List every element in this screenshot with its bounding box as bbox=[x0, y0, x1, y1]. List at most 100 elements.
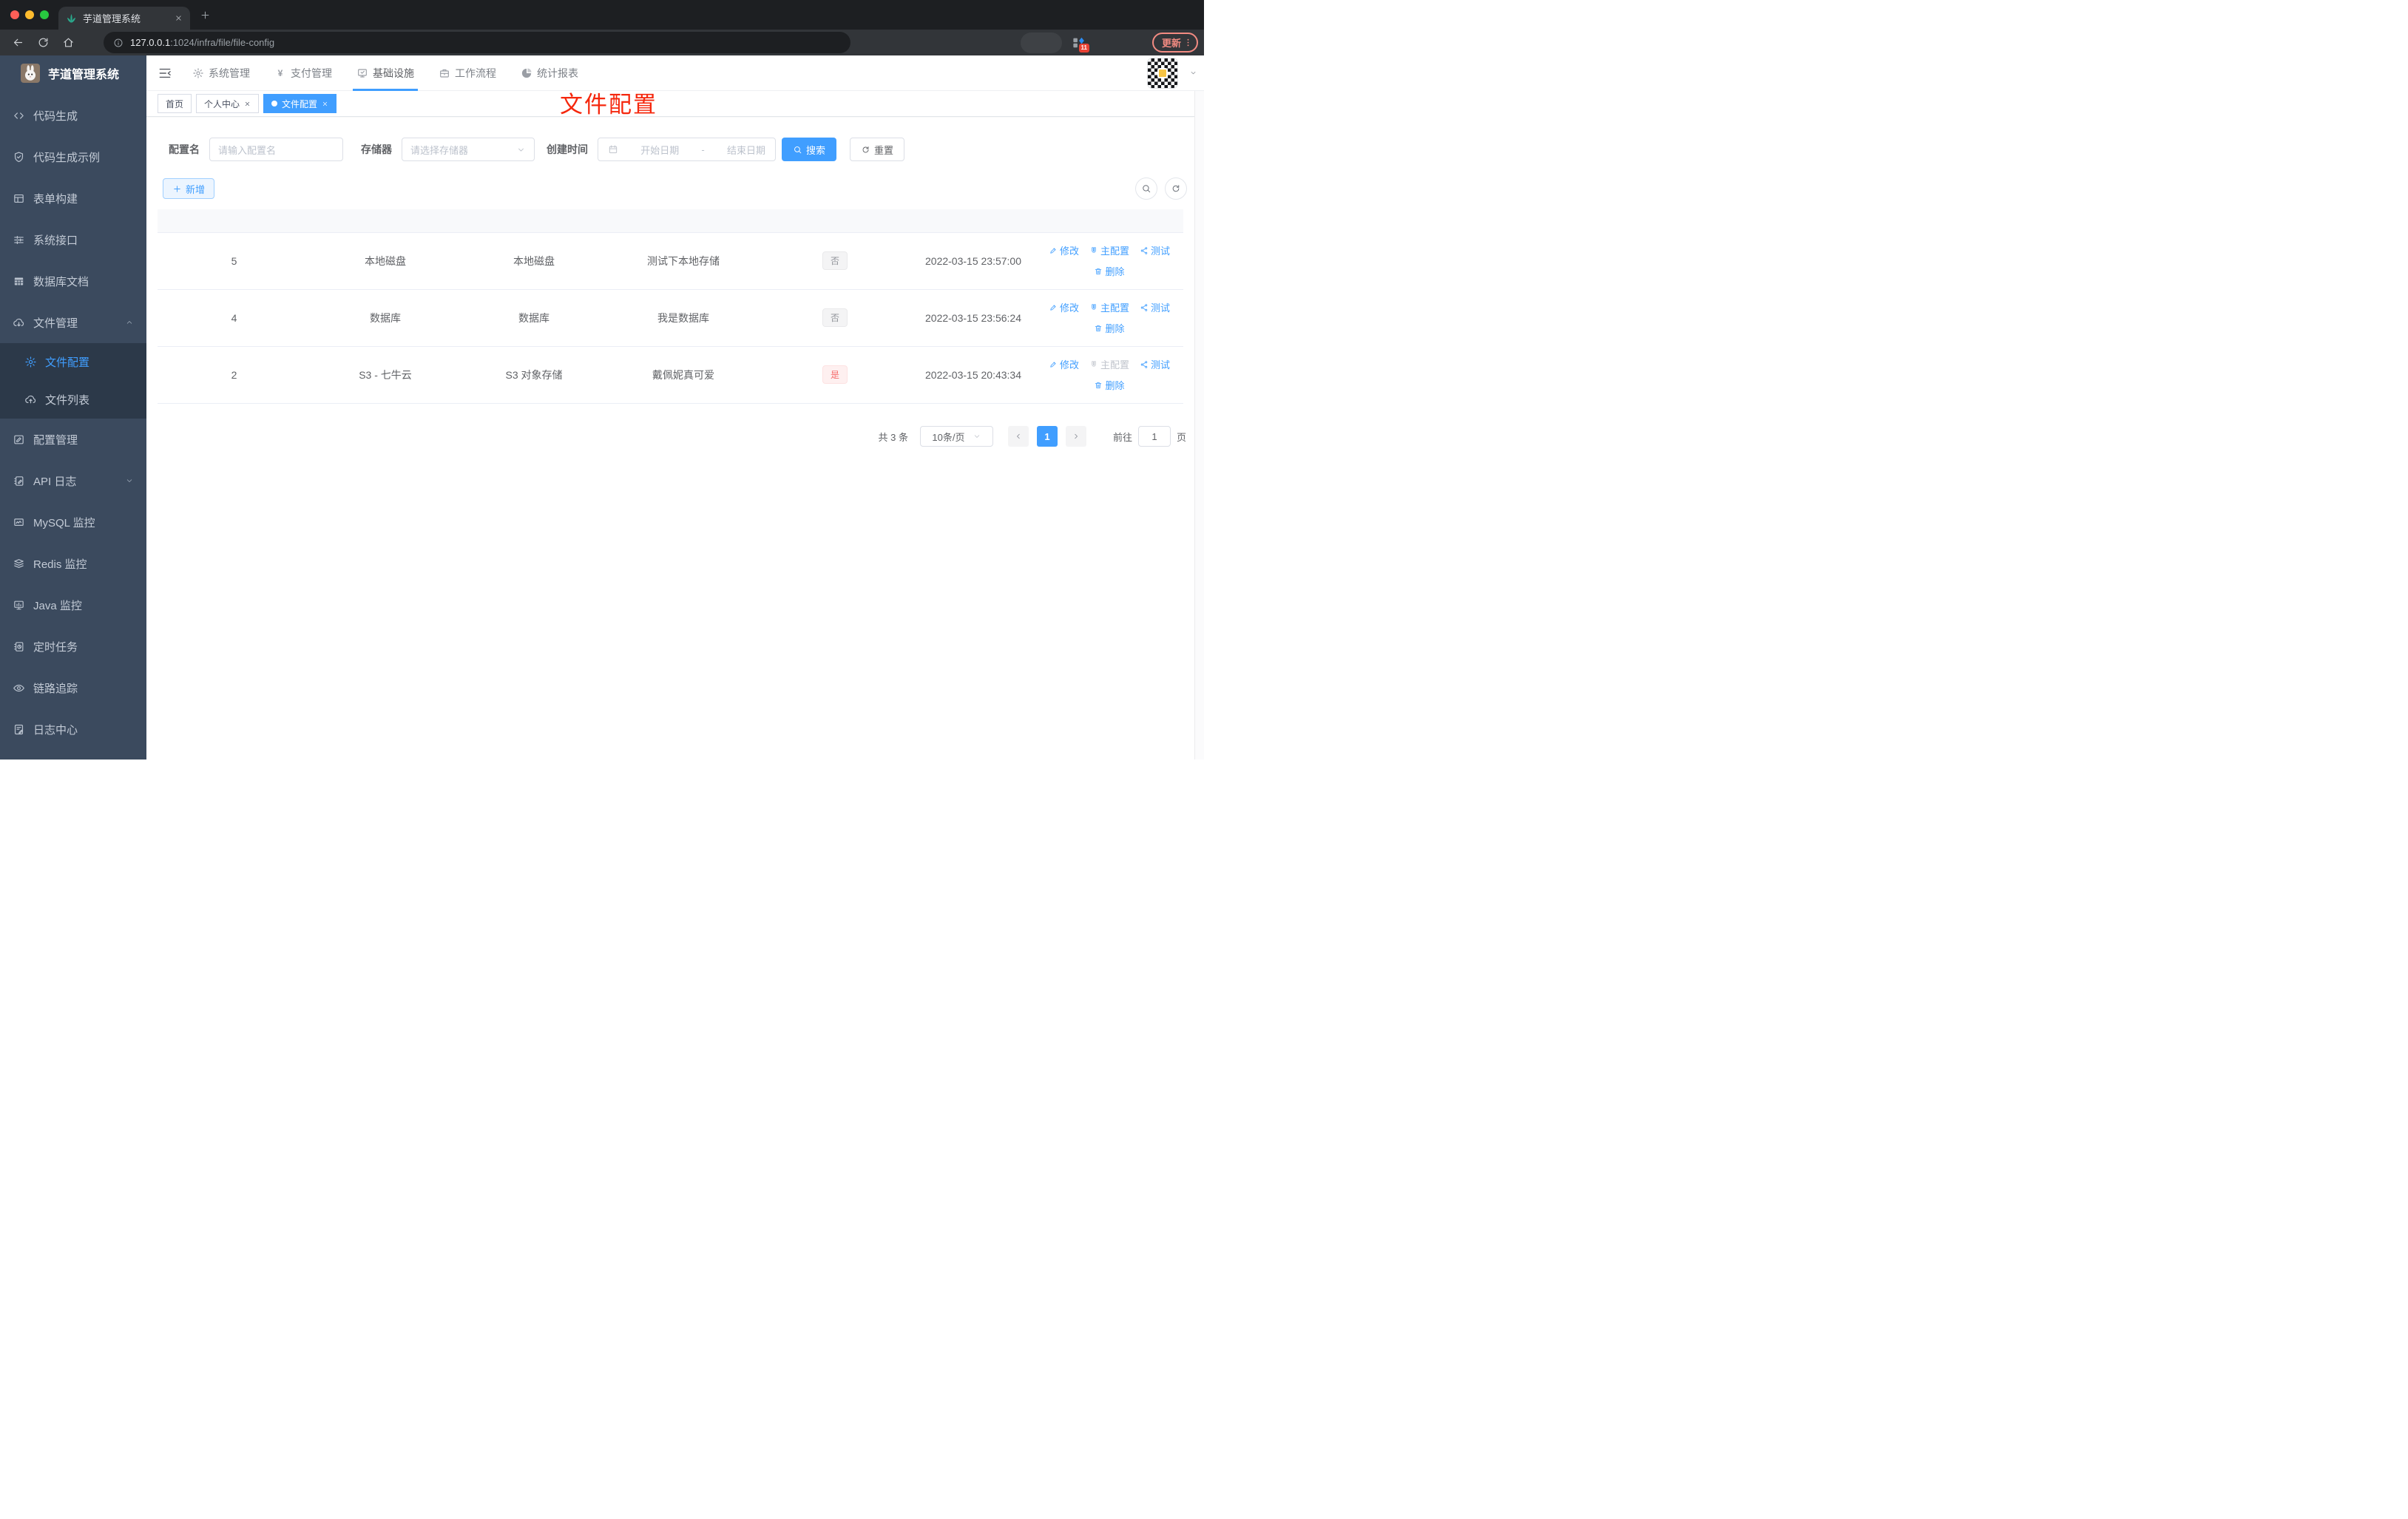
page-tab[interactable]: 文件配置 bbox=[263, 94, 337, 113]
zoom-window-button[interactable] bbox=[40, 10, 49, 19]
minimize-window-button[interactable] bbox=[25, 10, 34, 19]
topnav-item-label: 系统管理 bbox=[209, 67, 250, 79]
share-icon bbox=[1140, 360, 1149, 369]
goto-page-input[interactable]: 1 bbox=[1137, 426, 1171, 447]
page-tab[interactable]: 首页 bbox=[158, 94, 192, 113]
edit-link[interactable]: 修改 bbox=[1049, 300, 1079, 314]
sidebar-item[interactable]: 表单构建 bbox=[0, 177, 146, 219]
page-size-select[interactable]: 10条/页 bbox=[919, 426, 993, 447]
tab-close-icon[interactable] bbox=[322, 101, 328, 107]
master-config-link[interactable]: 主配置 bbox=[1089, 357, 1129, 371]
page-tab[interactable]: 个人中心 bbox=[196, 94, 260, 113]
date-range-input[interactable]: 开始日期 - 结束日期 bbox=[598, 138, 776, 161]
sidebar-item[interactable]: 代码生成示例 bbox=[0, 136, 146, 177]
sidebar-item[interactable]: 数据库文档 bbox=[0, 260, 146, 302]
topnav-item[interactable]: 工作流程 bbox=[439, 55, 496, 90]
master-config-link[interactable]: 主配置 bbox=[1089, 300, 1129, 314]
sidebar-item[interactable]: 文件管理 bbox=[0, 302, 146, 343]
reset-button[interactable]: 重置 bbox=[850, 138, 905, 161]
reload-icon[interactable] bbox=[37, 36, 50, 49]
trash-icon bbox=[1094, 324, 1103, 333]
sidebar-item[interactable]: 日志中心 bbox=[0, 708, 146, 750]
sidebar-item[interactable]: 文件列表 bbox=[0, 381, 146, 419]
site-info-icon[interactable] bbox=[113, 38, 124, 48]
update-button[interactable]: 更新 bbox=[1151, 33, 1198, 53]
url-bar[interactable]: 127.0.0.1:1024/infra/file/file-config bbox=[104, 32, 850, 53]
test-link[interactable]: 测试 bbox=[1140, 300, 1170, 314]
sidebar-item[interactable]: API 日志 bbox=[0, 460, 146, 501]
master-config-link[interactable]: 主配置 bbox=[1089, 243, 1129, 257]
master-badge: 是 bbox=[822, 365, 848, 384]
topnav-item[interactable]: 系统管理 bbox=[192, 55, 250, 90]
table-refresh-button[interactable] bbox=[1165, 177, 1187, 200]
page-scrollbar[interactable] bbox=[1194, 55, 1204, 760]
test-link[interactable]: 测试 bbox=[1140, 357, 1170, 371]
page-unit-label: 页 bbox=[1176, 431, 1186, 443]
search-button[interactable]: 搜索 bbox=[782, 138, 837, 161]
home-icon[interactable] bbox=[62, 36, 75, 49]
sidebar-item-label: 定时任务 bbox=[33, 640, 78, 654]
back-icon[interactable] bbox=[12, 36, 24, 49]
prev-page-button[interactable] bbox=[1007, 426, 1029, 447]
edit-link[interactable]: 修改 bbox=[1049, 357, 1079, 371]
data-table: 5 本地磁盘 本地磁盘 测试下本地存储 否 2022-03-15 23:57:0… bbox=[158, 209, 1183, 404]
sidebar-item[interactable]: 系统接口 bbox=[0, 219, 146, 260]
sidebar-item[interactable]: MySQL 监控 bbox=[0, 501, 146, 543]
sidebar-item[interactable]: Java 监控 bbox=[0, 584, 146, 626]
delete-link[interactable]: 删除 bbox=[1094, 264, 1125, 278]
extensions-icon[interactable]: 11 bbox=[1072, 35, 1089, 53]
table-row: 2 S3 - 七牛云 S3 对象存储 戴佩妮真可爱 是 2022-03-15 2… bbox=[158, 346, 1183, 404]
database-icon bbox=[12, 275, 26, 288]
page-number-button[interactable]: 1 bbox=[1036, 426, 1058, 447]
topnav-item[interactable]: 基础设施 bbox=[353, 55, 418, 91]
sliders-icon bbox=[12, 234, 26, 246]
user-avatar[interactable] bbox=[1148, 58, 1177, 88]
delete-link[interactable]: 删除 bbox=[1094, 321, 1125, 335]
sidebar-item[interactable]: 代码生成 bbox=[0, 95, 146, 136]
topnav-item-label: 支付管理 bbox=[291, 67, 332, 79]
topnav-item[interactable]: ¥ 支付管理 bbox=[274, 55, 332, 90]
sidebar-toggle-icon[interactable] bbox=[158, 66, 172, 81]
sidebar-item[interactable]: 文件配置 bbox=[0, 343, 146, 381]
magnet-icon bbox=[1089, 246, 1098, 255]
page-tab-label: 文件配置 bbox=[282, 98, 318, 109]
column-header bbox=[311, 209, 460, 233]
pen-icon bbox=[1049, 246, 1058, 255]
sidebar-item-label: 链路追踪 bbox=[33, 682, 78, 695]
tab-close-icon[interactable] bbox=[244, 101, 251, 107]
avatar-emoji bbox=[1157, 67, 1168, 78]
sidebar-item[interactable]: 链路追踪 bbox=[0, 667, 146, 708]
cloud-download-icon bbox=[12, 317, 26, 329]
sidebar-item-label: Java 监控 bbox=[33, 599, 82, 612]
column-header bbox=[1035, 209, 1183, 233]
table-search-button[interactable] bbox=[1135, 177, 1157, 200]
refresh-icon bbox=[861, 145, 870, 155]
add-button[interactable]: 新增 bbox=[163, 178, 215, 199]
sidebar-item-label: 代码生成示例 bbox=[33, 151, 101, 164]
app-header: 系统管理 ¥ 支付管理 基础设施 工作流程 统计报表 bbox=[146, 55, 1204, 91]
sidebar-item-label: MySQL 监控 bbox=[33, 516, 95, 530]
sidebar-item[interactable]: Redis 监控 bbox=[0, 543, 146, 584]
new-tab-icon[interactable] bbox=[200, 10, 211, 21]
sidebar-item[interactable]: 定时任务 bbox=[0, 626, 146, 667]
next-page-button[interactable] bbox=[1065, 426, 1086, 447]
page-tab-label: 个人中心 bbox=[204, 98, 240, 109]
test-link[interactable]: 测试 bbox=[1140, 243, 1170, 257]
topnav-item[interactable]: 统计报表 bbox=[521, 55, 578, 90]
delete-link[interactable]: 删除 bbox=[1094, 378, 1125, 392]
edit-square-icon bbox=[12, 433, 26, 446]
config-name-input[interactable]: 请输入配置名 bbox=[209, 138, 343, 161]
sidebar-item-label: API 日志 bbox=[33, 475, 77, 488]
infra-icon bbox=[356, 67, 368, 79]
cell-remark: 戴佩妮真可爱 bbox=[608, 346, 759, 404]
close-window-button[interactable] bbox=[10, 10, 19, 19]
browser-menu-icon[interactable] bbox=[1183, 38, 1193, 47]
avatar-caret-icon[interactable] bbox=[1189, 69, 1197, 77]
tab-close-icon[interactable] bbox=[175, 14, 183, 22]
storage-select[interactable]: 请选择存储器 bbox=[402, 138, 535, 161]
sidebar-item[interactable]: 配置管理 bbox=[0, 419, 146, 460]
chevron-down-icon bbox=[973, 432, 981, 441]
browser-tab[interactable]: 芋道管理系统 bbox=[58, 7, 190, 30]
edit-link[interactable]: 修改 bbox=[1049, 243, 1079, 257]
sidebar-item-label: 系统接口 bbox=[33, 234, 78, 247]
